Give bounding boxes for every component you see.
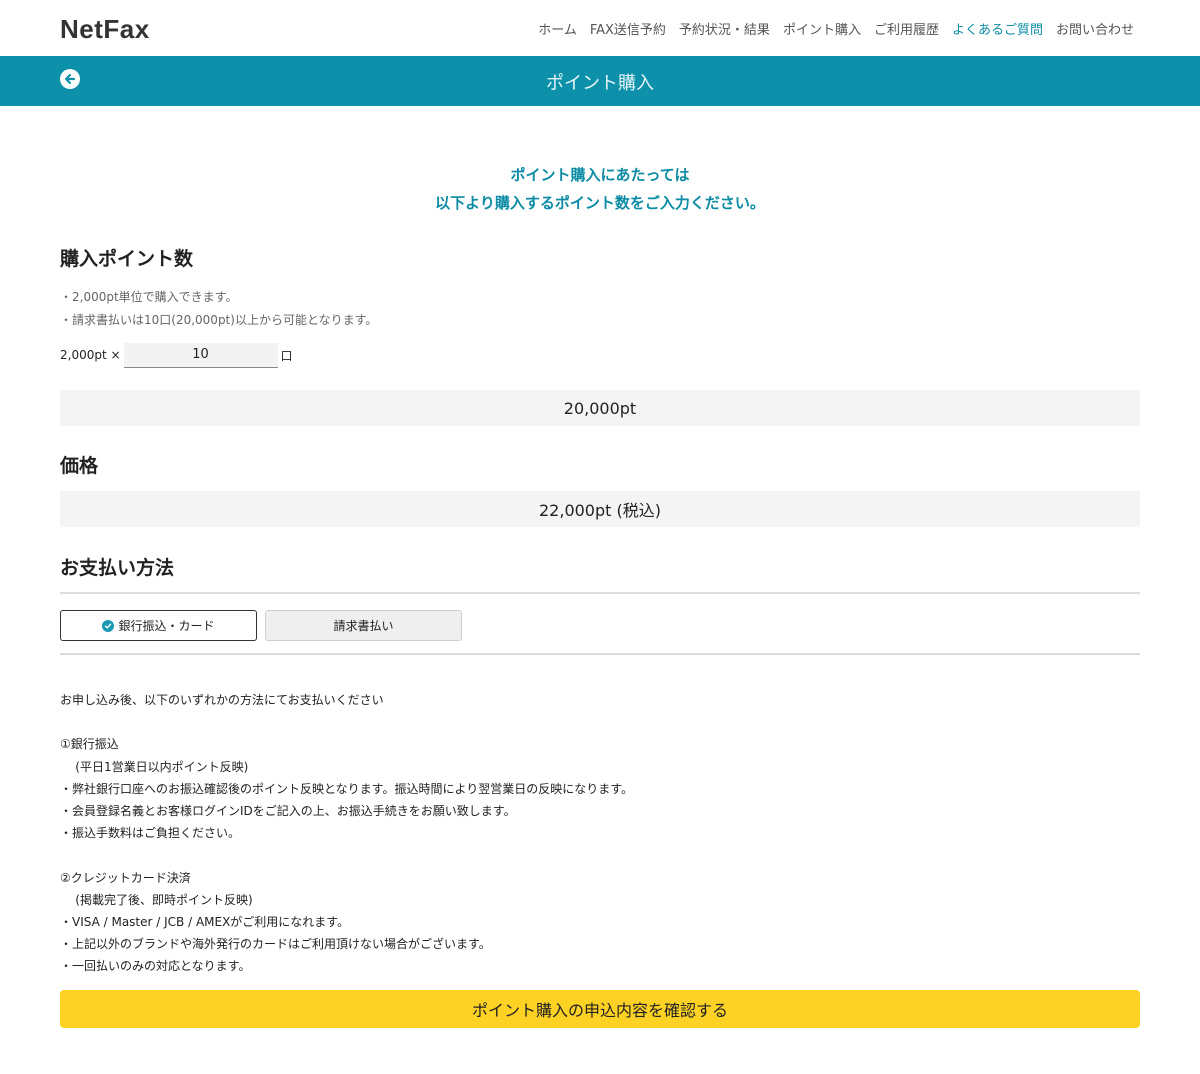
divider-top (60, 592, 1140, 594)
desc-line: お申し込み後、以下のいずれかの方法にてお支払いください (60, 693, 384, 707)
intro-line-1: ポイント購入にあたっては (510, 166, 690, 184)
unit-suffix: 口 (280, 348, 293, 363)
payment-method-heading: お支払い方法 (60, 557, 175, 579)
intro-line-2: 以下より購入するポイント数をご入力ください。 (435, 194, 765, 212)
desc-line: ・会員登録名義とお客様ログインIDをご記入の上、お振込手続きをお願い致します。 (60, 804, 516, 818)
check-circle-icon (102, 619, 115, 632)
desc-line (60, 711, 633, 733)
page-title-bar: ポイント購入 (0, 56, 1200, 106)
price-display: 22,000pt (税込) (60, 491, 1140, 527)
desc-line: ②クレジットカード決済 (60, 870, 191, 885)
nav-faq[interactable]: よくあるご質問 (952, 19, 1043, 38)
desc-line (60, 844, 633, 866)
page-title: ポイント購入 (546, 73, 654, 94)
nav-home[interactable]: ホーム (538, 19, 577, 38)
divider-bottom (60, 653, 1140, 655)
payment-description: お申し込み後、以下のいずれかの方法にてお支払いください ①銀行振込 (平日1営業… (60, 689, 633, 978)
total-points-display: 20,000pt (60, 390, 1140, 426)
site-header: NetFax ホーム FAX送信予約 予約状況・結果 ポイント購入 ご利用履歴 … (0, 0, 1200, 56)
desc-line: ①銀行振込 (60, 737, 119, 752)
desc-line: (掲載完了後、即時ポイント反映) (60, 892, 253, 907)
desc-line: ・VISA / Master / JCB / AMEXがご利用になれます。 (60, 915, 350, 929)
quantity-input[interactable] (123, 342, 278, 368)
payment-option-invoice[interactable]: 請求書払い (265, 610, 462, 641)
desc-line: ・弊社銀行口座へのお振込確認後のポイント反映となります。振込時間により翌営業日の… (60, 781, 634, 796)
nav-point-purchase[interactable]: ポイント購入 (783, 19, 861, 38)
payment-option-invoice-label: 請求書払い (333, 619, 394, 633)
main-nav: ホーム FAX送信予約 予約状況・結果 ポイント購入 ご利用履歴 よくあるご質問… (538, 19, 1134, 38)
nav-fax-reservation[interactable]: FAX送信予約 (590, 19, 666, 38)
nav-usage-history[interactable]: ご利用履歴 (874, 19, 939, 38)
desc-line: ・上記以外のブランドや海外発行のカードはご利用頂けない場合がございます。 (60, 937, 491, 952)
desc-line: ・振込手数料はご負担ください。 (60, 826, 241, 841)
nav-reservation-status[interactable]: 予約状況・結果 (679, 19, 770, 38)
purchase-note-unit: ・2,000pt単位で購入できます。 (60, 290, 238, 304)
desc-line: ・一回払いのみの対応となります。 (60, 959, 251, 974)
payment-option-bank-card-label: 銀行振込・カード (118, 619, 215, 633)
confirm-purchase-button[interactable]: ポイント購入の申込内容を確認する (60, 990, 1140, 1028)
netfax-logo[interactable]: NetFax (60, 14, 150, 45)
quantity-row: 2,000pt × 口 (60, 342, 293, 368)
unit-prefix: 2,000pt × (60, 348, 121, 362)
purchase-points-heading: 購入ポイント数 (60, 248, 194, 270)
desc-line: (平日1営業日以内ポイント反映) (60, 759, 249, 774)
price-heading: 価格 (60, 455, 99, 477)
payment-option-bank-card[interactable]: 銀行振込・カード (60, 610, 257, 641)
nav-contact[interactable]: お問い合わせ (1056, 19, 1134, 38)
intro-message: ポイント購入にあたっては 以下より購入するポイント数をご入力ください。 (0, 161, 1200, 217)
purchase-note-invoice: ・請求書払いは10口(20,000pt)以上から可能となります。 (60, 313, 378, 327)
